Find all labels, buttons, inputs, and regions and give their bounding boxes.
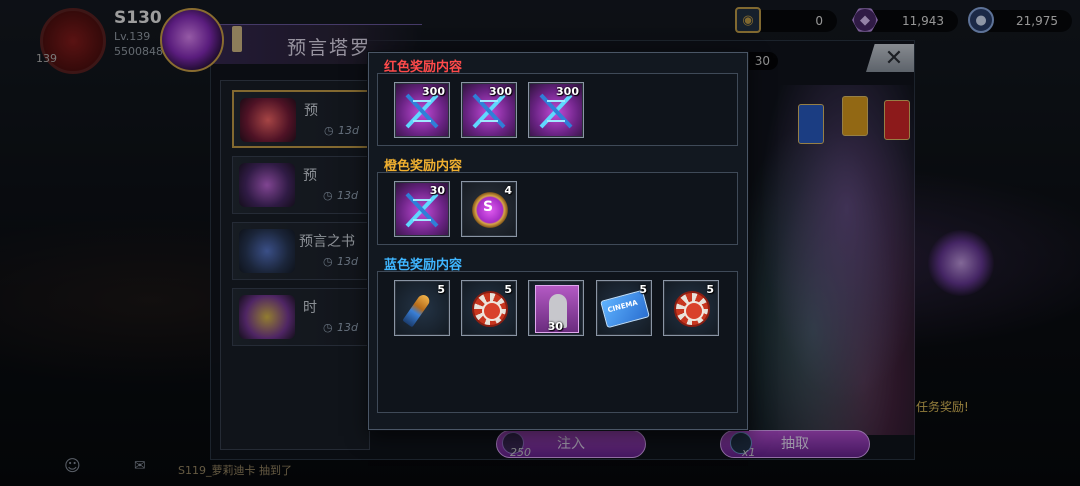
reward-item-portrait-card[interactable]: 30 [528, 280, 584, 336]
reward-item-bullet[interactable]: 5 [394, 280, 450, 336]
reward-item-casino-chip[interactable]: 5 [461, 280, 517, 336]
casino-chip-icon [674, 291, 710, 327]
reward-item-bottlecap[interactable]: S 4 [461, 181, 517, 237]
item-quantity: 5 [639, 283, 647, 296]
reward-item-dna[interactable]: 300 [461, 82, 517, 138]
casino-chip-icon [472, 291, 508, 327]
item-quantity: 30 [429, 184, 445, 197]
item-quantity: 5 [706, 283, 714, 296]
item-quantity: 300 [556, 85, 579, 98]
item-quantity: 5 [504, 283, 512, 296]
item-quantity: 300 [422, 85, 445, 98]
reward-item-dna[interactable]: 300 [528, 82, 584, 138]
item-quantity: 4 [504, 184, 512, 197]
reward-item-dna[interactable]: 30 [394, 181, 450, 237]
item-quantity: 300 [489, 85, 512, 98]
item-quantity: 5 [437, 283, 445, 296]
reward-item-casino-chip[interactable]: 5 [663, 280, 719, 336]
reward-item-dna[interactable]: 300 [394, 82, 450, 138]
item-quantity: 30 [547, 320, 563, 333]
bullet-icon [402, 292, 432, 328]
reward-item-cinema-ticket[interactable]: CINEMA 5 [596, 280, 652, 336]
